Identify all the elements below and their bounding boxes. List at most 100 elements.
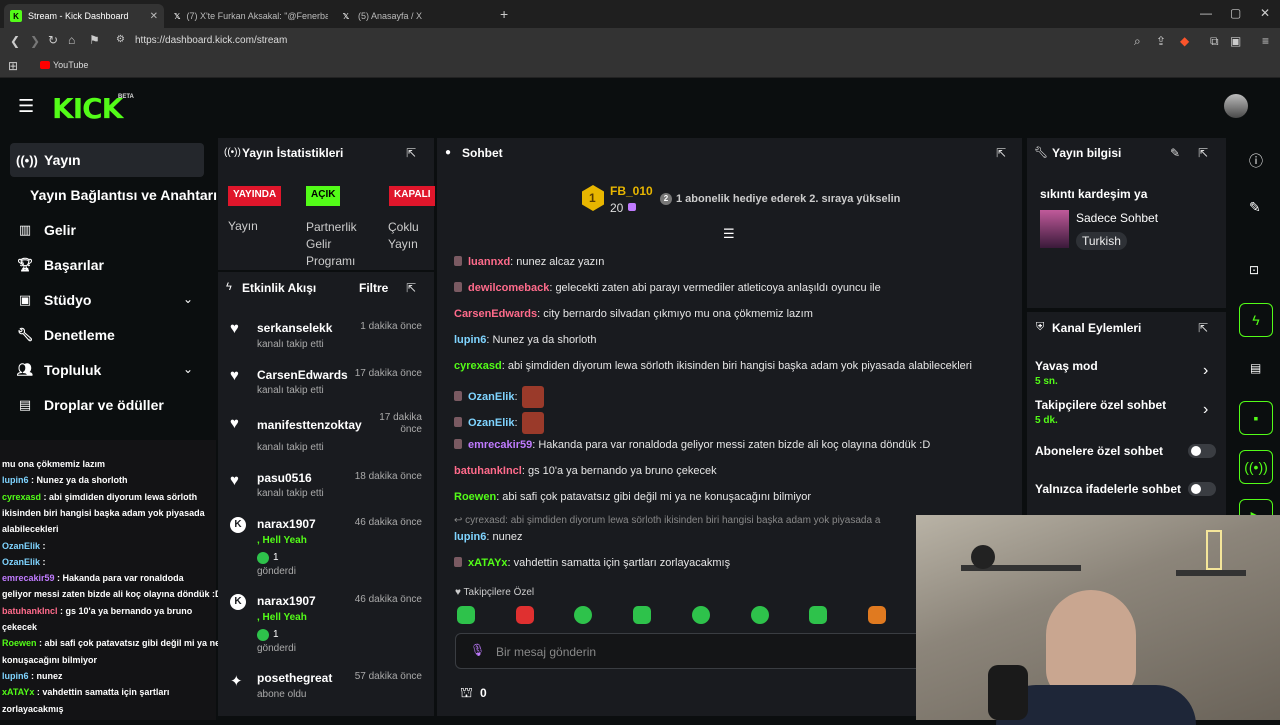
activity-time: 46 dakika önce xyxy=(354,594,422,605)
chat-username[interactable]: lupin6 xyxy=(454,334,486,346)
chat-username[interactable]: lupin6 xyxy=(454,531,486,543)
hamburger-menu-icon[interactable]: ☰ xyxy=(18,96,34,117)
brave-shield-icon[interactable]: ◆ xyxy=(1180,34,1189,48)
sidebar-item-denetleme[interactable]: 🔧︎ Denetleme xyxy=(16,327,115,343)
points-value: 0 xyxy=(480,686,487,700)
points-icon[interactable]: ⛫ xyxy=(460,684,473,703)
sidebar-item-yayin[interactable]: ((•)) Yayın xyxy=(16,152,81,168)
emote-4[interactable] xyxy=(633,606,651,624)
expand-icon[interactable]: ⇱ xyxy=(1198,146,1208,160)
followers-only-indicator: ♥ Takipçilere Özel xyxy=(455,587,535,598)
pinned-toggle-icon[interactable]: ☰ xyxy=(723,226,735,242)
back-icon[interactable]: ❮ xyxy=(10,34,20,48)
overlay-chat-line: zorlayacakmış xyxy=(2,704,64,714)
activity-user: narax1907 xyxy=(257,594,316,608)
chat-username[interactable]: OzanElik xyxy=(468,417,514,429)
edit-icon[interactable]: ✎ xyxy=(1170,146,1180,160)
extensions-icon[interactable]: ⧉ xyxy=(1210,34,1219,49)
chat-username[interactable]: Roewen xyxy=(454,491,496,503)
chat-username[interactable]: emrecakir59 xyxy=(468,439,532,451)
sidebar-item-basarilar[interactable]: 🏆︎ Başarılar xyxy=(16,257,104,273)
maximize-icon[interactable]: ▢ xyxy=(1230,6,1241,20)
chat-username[interactable]: CarsenEdwards xyxy=(454,308,537,320)
minimize-icon[interactable]: — xyxy=(1200,6,1212,20)
microphone-icon[interactable]: 🎙︎ xyxy=(470,643,485,657)
sidebar-item-stream-key[interactable]: Yayın Bağlantısı ve Anahtarı xyxy=(30,187,217,203)
url-field[interactable]: https://dashboard.kick.com/stream xyxy=(135,35,287,46)
expand-icon[interactable]: ⇱ xyxy=(996,146,1006,160)
tab-x-furkan[interactable]: 𝕏 (7) X'te Furkan Aksakal: "@Fenerbahç xyxy=(168,4,328,28)
overlay-chat-line: çekecek xyxy=(2,622,37,632)
subscribers-only-toggle[interactable] xyxy=(1188,444,1216,458)
chat-username[interactable]: batuhankIncl xyxy=(454,465,522,477)
overlay-chat-line: Roewen : abi safi çok patavatsız gibi de… xyxy=(2,638,220,648)
new-tab-button[interactable]: + xyxy=(500,6,508,22)
emote-2[interactable] xyxy=(516,606,534,624)
chat-text: : city bernardo silvadan çıkmıyo mu ona … xyxy=(537,308,813,320)
chevron-down-icon[interactable]: ⌄ xyxy=(183,292,193,306)
activity-time: 57 dakika önce xyxy=(354,671,422,682)
menu-icon[interactable]: ≡ xyxy=(1262,34,1269,48)
kick-logo[interactable]: KICK xyxy=(52,92,123,125)
close-window-icon[interactable]: ✕ xyxy=(1260,6,1270,20)
overlay-chat-line: OzanElik : xyxy=(2,541,46,551)
chevron-down-icon[interactable]: ⌄ xyxy=(183,362,193,376)
chat-username[interactable]: luannxd xyxy=(468,256,510,268)
emote-5[interactable] xyxy=(692,606,710,624)
activity-item: ♥ CarsenEdwards kanalı takip etti 17 dak… xyxy=(218,365,434,405)
emote-3[interactable] xyxy=(574,606,592,624)
action-value: 5 dk. xyxy=(1035,415,1058,426)
emote-8[interactable] xyxy=(868,606,886,624)
overlay-chat-line: mu ona çökmemiz lazım xyxy=(2,459,105,469)
expand-icon[interactable]: ⇱ xyxy=(406,146,416,160)
slow-mode-row[interactable]: Yavaş mod 5 sn. › xyxy=(1035,358,1220,390)
broadcast-button[interactable]: ((•)) xyxy=(1239,450,1273,484)
rank-number: 1 xyxy=(589,191,596,205)
sidebar-item-studyo[interactable]: ▣ Stüdyo xyxy=(16,292,92,308)
overlay-username: xATAYx xyxy=(2,687,35,698)
emote-7[interactable] xyxy=(809,606,827,624)
chat-username[interactable]: dewilcomeback xyxy=(468,282,549,294)
site-info-icon[interactable]: ⚙ xyxy=(116,34,125,45)
sidebar-item-gelir[interactable]: ▥ Gelir xyxy=(16,222,76,238)
camera-icon[interactable]: ⊡ xyxy=(1249,263,1259,277)
reload-icon[interactable]: ↻ xyxy=(48,33,58,47)
avatar[interactable] xyxy=(1224,94,1248,118)
category-name[interactable]: Sadece Sohbet xyxy=(1076,211,1158,225)
bookmark-youtube[interactable]: YouTube xyxy=(53,60,88,70)
expand-icon[interactable]: ⇱ xyxy=(1198,321,1208,335)
wallet-icon[interactable]: ▣ xyxy=(1230,34,1241,48)
close-tab-icon[interactable]: ✕ xyxy=(144,11,158,22)
emote-only-toggle[interactable] xyxy=(1188,482,1216,496)
share-icon[interactable]: ⇪ xyxy=(1156,34,1166,48)
chat-button[interactable]: ▪ xyxy=(1239,401,1273,435)
tab-x-home[interactable]: 𝕏 (5) Anasayfa / X xyxy=(334,4,494,28)
bookmark-icon[interactable]: ⚑ xyxy=(89,33,100,47)
document-icon[interactable]: ▤ xyxy=(1250,361,1261,375)
sidebar-item-topluluk[interactable]: 👥︎ Topluluk xyxy=(16,362,102,378)
tab-kick-dashboard[interactable]: K Stream - Kick Dashboard ✕ xyxy=(4,4,164,28)
chat-username[interactable]: xATAYx xyxy=(468,557,508,569)
forward-icon[interactable]: ❯ xyxy=(30,34,40,48)
emote-1[interactable] xyxy=(457,606,475,624)
chat-username[interactable]: OzanElik xyxy=(468,391,514,403)
wrench-icon: 🔧︎ xyxy=(1034,147,1048,159)
chat-username[interactable]: cyrexasd xyxy=(454,360,502,372)
activity-user: serkanselekk xyxy=(257,321,333,335)
user-badge-icon xyxy=(454,439,462,449)
followers-only-row[interactable]: Takipçilere özel sohbet 5 dk. › xyxy=(1035,397,1220,429)
activity-desc2: gönderdi xyxy=(257,643,296,654)
home-icon[interactable]: ⌂ xyxy=(68,33,75,47)
sidebar-item-droplar[interactable]: ▤ Droplar ve ödüller xyxy=(16,397,164,413)
filter-button[interactable]: Filtre xyxy=(359,281,388,295)
expand-icon[interactable]: ⇱ xyxy=(406,281,416,295)
channel-actions-title: Kanal Eylemleri xyxy=(1052,321,1142,335)
pencil-icon[interactable]: ✎ xyxy=(1249,199,1261,216)
sidebar-item-label: Yayın Bağlantısı ve Anahtarı xyxy=(30,187,217,203)
activity-user: posethegreat xyxy=(257,671,333,685)
emote-6[interactable] xyxy=(751,606,769,624)
apps-grid-icon[interactable]: ⊞ xyxy=(8,59,18,73)
lightning-button[interactable]: ϟ xyxy=(1239,303,1273,337)
zoom-icon[interactable]: ⌕ xyxy=(1134,34,1141,49)
info-icon[interactable]: ⓘ xyxy=(1249,151,1263,171)
